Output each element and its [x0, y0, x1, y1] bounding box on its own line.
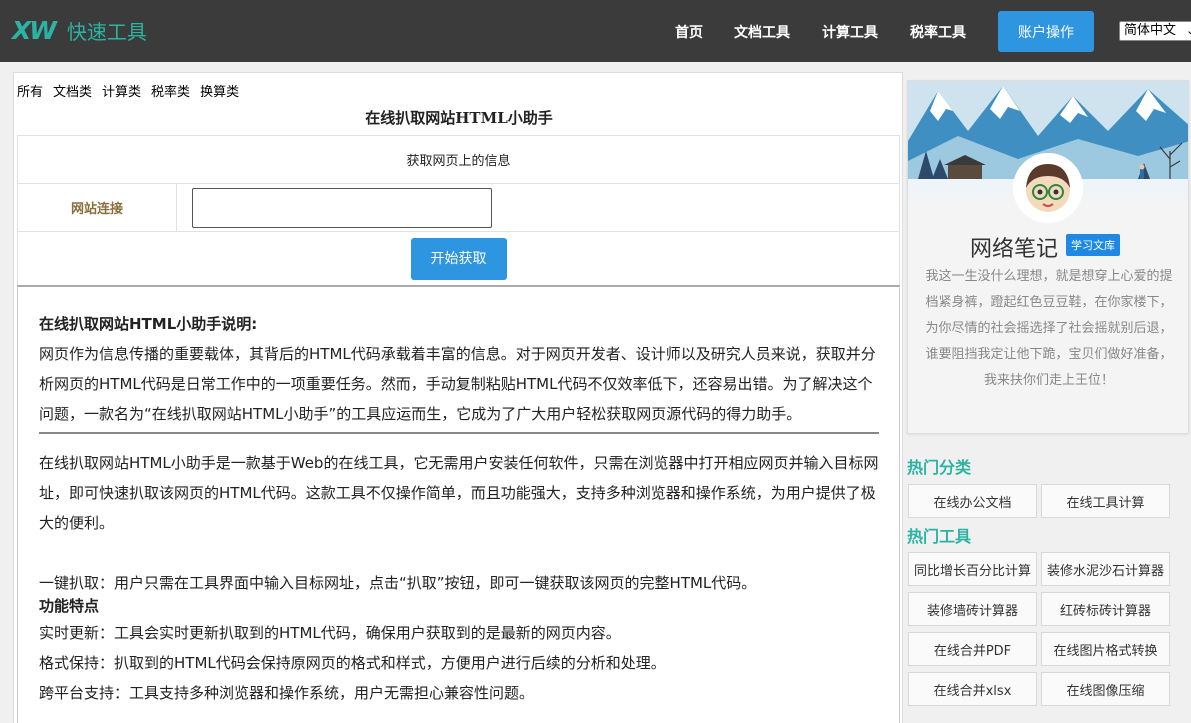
avatar-image — [1016, 156, 1080, 220]
hot-tool-image-compress[interactable]: 在线图像压缩 — [1041, 672, 1170, 706]
chevron-down-icon: ⌄ — [1186, 22, 1191, 40]
start-button-cell: 开始获取 — [17, 231, 900, 286]
tool-panel: 所有 文档类 计算类 税率类 换算类 在线扒取网站HTML小助手 获取网页上的信息 网站… — [13, 72, 903, 723]
nav-calculation-tools[interactable]: 计算工具 — [822, 22, 878, 42]
logo-mark: XW — [12, 16, 57, 45]
tool-form-table: 获取网页上的信息 网站连接 开始获取 — [17, 135, 900, 286]
profile-card: 网络笔记 学习文库 我这一生没什么理想，就是想穿上心爱的提档紧身裤，蹬起红色豆豆… — [907, 80, 1189, 434]
profile-bio: 我这一生没什么理想，就是想穿上心爱的提档紧身裤，蹬起红色豆豆鞋，在你家楼下，为你… — [925, 269, 1173, 388]
language-select-value: 简体中文 — [1124, 23, 1177, 38]
category-all[interactable]: 所有 — [17, 85, 43, 100]
feature-realtime: 实时更新：工具会实时更新扒取到的HTML代码，确保用户获取到的是最新的网页内容。 — [39, 624, 621, 642]
category-document[interactable]: 文档类 — [53, 85, 92, 100]
info-row: 获取网页上的信息 — [17, 135, 900, 184]
profile-name[interactable]: 网络笔记 — [970, 231, 1058, 263]
divider — [39, 432, 879, 434]
hot-tool-wall-tile[interactable]: 装修墙砖计算器 — [908, 592, 1037, 626]
description-one-click: 一键扒取：用户只需在工具界面中输入目标网址，点击“扒取”按钮，即可一键获取该网页… — [39, 574, 757, 592]
site-logo[interactable]: XW 快速工具 — [12, 16, 147, 45]
tool-title: 在线扒取网站HTML小助手 — [365, 109, 553, 127]
hot-tool-image-convert[interactable]: 在线图片格式转换 — [1041, 632, 1170, 666]
hot-tool-yoy-growth[interactable]: 同比增长百分比计算 — [908, 552, 1037, 586]
avatar[interactable] — [1013, 153, 1083, 223]
hot-tool-merge-pdf[interactable]: 在线合并PDF — [908, 632, 1037, 666]
logo-text: 快速工具 — [66, 20, 147, 44]
url-label: 网站连接 — [17, 183, 177, 232]
category-tax[interactable]: 税率类 — [151, 85, 190, 100]
description-heading: 在线扒取网站HTML小助手说明: — [39, 315, 258, 333]
nav-document-tools[interactable]: 文档工具 — [734, 22, 790, 42]
category-calculation[interactable]: 计算类 — [102, 85, 141, 100]
tool-description: 在线扒取网站HTML小助手说明: 网页作为信息传播的重要载体，其背后的HTML代… — [17, 285, 900, 723]
url-input-cell — [176, 183, 900, 232]
description-paragraph-2: 在线扒取网站HTML小助手是一款基于Web的在线工具，它无需用户安装任何软件，只… — [39, 454, 879, 532]
hot-category-online-calc[interactable]: 在线工具计算 — [1041, 484, 1170, 518]
account-button[interactable]: 账户操作 — [998, 11, 1094, 52]
hot-categories-title: 热门分类 — [907, 458, 972, 477]
category-conversion[interactable]: 换算类 — [200, 85, 239, 100]
feature-cross-platform: 跨平台支持：工具支持多种浏览器和操作系统，用户无需担心兼容性问题。 — [39, 684, 535, 702]
url-input[interactable] — [192, 187, 492, 228]
top-navigation-bar: XW 快速工具 首页 文档工具 计算工具 税率工具 账户操作 简体中文 ⌄ — [0, 0, 1191, 62]
hot-tool-merge-xlsx[interactable]: 在线合并xlsx — [908, 672, 1037, 706]
hot-category-office-docs[interactable]: 在线办公文档 — [908, 484, 1037, 518]
profile-badge[interactable]: 学习文库 — [1066, 234, 1120, 256]
feature-format: 格式保持：扒取到的HTML代码会保持原网页的格式和样式，方便用户进行后续的分析和… — [39, 654, 666, 672]
hot-tools-title: 热门工具 — [907, 527, 972, 546]
nav-home[interactable]: 首页 — [675, 22, 703, 42]
language-select[interactable]: 简体中文 ⌄ — [1119, 21, 1191, 41]
nav-tax-tools[interactable]: 税率工具 — [910, 22, 966, 42]
start-fetch-button[interactable]: 开始获取 — [410, 237, 507, 280]
hot-tool-red-brick[interactable]: 红砖标砖计算器 — [1041, 592, 1170, 626]
description-intro: 网页作为信息传播的重要载体，其背后的HTML代码承载着丰富的信息。对于网页开发者… — [39, 345, 876, 423]
category-filter: 所有 文档类 计算类 税率类 换算类 — [17, 81, 249, 100]
hot-tool-cement-sand[interactable]: 装修水泥沙石计算器 — [1041, 552, 1170, 586]
